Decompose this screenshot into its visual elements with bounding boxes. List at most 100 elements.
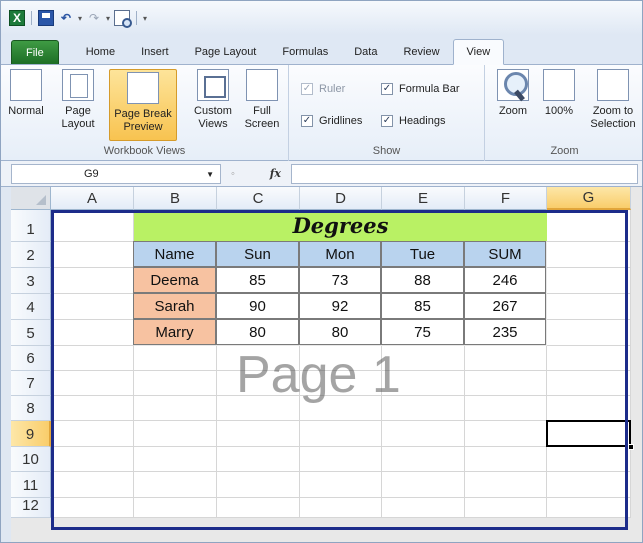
cell-g4[interactable] <box>547 294 631 320</box>
cell-a2[interactable] <box>51 242 134 268</box>
cell-b6[interactable] <box>134 346 217 371</box>
cell-b10[interactable] <box>134 447 217 472</box>
cell-e11[interactable] <box>382 472 465 498</box>
cell-f12[interactable] <box>465 498 547 518</box>
cell-c9[interactable] <box>217 421 300 447</box>
column-header-f[interactable]: F <box>465 187 547 210</box>
gridlines-checkbox[interactable]: ✓ Gridlines <box>301 115 362 127</box>
cell-f9[interactable] <box>465 421 547 447</box>
row-header-10[interactable]: 10 <box>11 447 51 472</box>
value-cell[interactable]: 235 <box>464 319 546 345</box>
formula-bar-handle-icon[interactable]: ◦ <box>231 168 235 180</box>
cell-g1[interactable] <box>547 210 631 242</box>
cell-c11[interactable] <box>217 472 300 498</box>
cell-a6[interactable] <box>51 346 134 371</box>
active-cell-selection[interactable] <box>546 420 631 447</box>
cell-a10[interactable] <box>51 447 134 472</box>
undo-dropdown-icon[interactable]: ▾ <box>78 14 82 23</box>
cell-g3[interactable] <box>547 268 631 294</box>
formula-bar-checkbox[interactable]: ✓ Formula Bar <box>381 83 460 95</box>
value-cell[interactable]: 73 <box>299 267 381 293</box>
ruler-checkbox[interactable]: ✓ Ruler <box>301 83 345 95</box>
header-cell-name[interactable]: Name <box>133 241 216 267</box>
column-header-b[interactable]: B <box>134 187 217 210</box>
cell-e6[interactable] <box>382 346 465 371</box>
cell-g6[interactable] <box>547 346 631 371</box>
cell-c6[interactable] <box>217 346 300 371</box>
header-cell-tue[interactable]: Tue <box>381 241 464 267</box>
value-cell[interactable]: 90 <box>216 293 299 319</box>
name-box[interactable]: G9 ▼ <box>11 163 221 184</box>
tab-formulas[interactable]: Formulas <box>269 40 341 64</box>
full-screen-button[interactable]: Full Screen <box>241 69 283 131</box>
value-cell[interactable]: 85 <box>216 267 299 293</box>
cell-f7[interactable] <box>465 371 547 396</box>
column-header-g[interactable]: G <box>547 187 631 210</box>
row-header-3[interactable]: 3 <box>11 268 51 294</box>
insert-function-icon[interactable]: fx <box>270 167 281 180</box>
cell-f8[interactable] <box>465 396 547 421</box>
cell-g7[interactable] <box>547 371 631 396</box>
page-layout-view-button[interactable]: Page Layout <box>57 69 99 131</box>
cell-d12[interactable] <box>300 498 382 518</box>
formula-input[interactable] <box>291 163 638 184</box>
name-cell[interactable]: Sarah <box>133 293 216 319</box>
cell-g11[interactable] <box>547 472 631 498</box>
headings-checkbox[interactable]: ✓ Headings <box>381 115 445 127</box>
cell-g2[interactable] <box>547 242 631 268</box>
excel-logo-icon[interactable]: X <box>9 10 25 26</box>
column-header-d[interactable]: D <box>300 187 382 210</box>
cell-f11[interactable] <box>465 472 547 498</box>
custom-views-button[interactable]: Custom Views <box>191 69 235 131</box>
undo-icon[interactable]: ↶ <box>58 10 74 26</box>
cell-d7[interactable] <box>300 371 382 396</box>
name-box-dropdown-icon[interactable]: ▼ <box>206 170 214 179</box>
page-break-preview-button[interactable]: Page Break Preview <box>109 69 177 141</box>
cell-b12[interactable] <box>134 498 217 518</box>
header-cell-mon[interactable]: Mon <box>299 241 381 267</box>
redo-icon[interactable]: ↷ <box>86 10 102 26</box>
tab-home[interactable]: Home <box>73 40 128 64</box>
fill-handle[interactable] <box>628 444 634 450</box>
cell-f6[interactable] <box>465 346 547 371</box>
row-header-6[interactable]: 6 <box>11 346 51 371</box>
select-all-corner[interactable] <box>11 187 51 210</box>
cell-d10[interactable] <box>300 447 382 472</box>
cell-a9[interactable] <box>51 421 134 447</box>
value-cell[interactable]: 75 <box>381 319 464 345</box>
tab-page-layout[interactable]: Page Layout <box>182 40 270 64</box>
row-header-11[interactable]: 11 <box>11 472 51 498</box>
cell-c7[interactable] <box>217 371 300 396</box>
customize-toolbar-icon[interactable]: ▾ <box>143 14 147 23</box>
tab-file[interactable]: File <box>11 40 59 64</box>
column-header-e[interactable]: E <box>382 187 465 210</box>
cell-e12[interactable] <box>382 498 465 518</box>
cell-d9[interactable] <box>300 421 382 447</box>
cell-d8[interactable] <box>300 396 382 421</box>
value-cell[interactable]: 80 <box>216 319 299 345</box>
cell-b9[interactable] <box>134 421 217 447</box>
redo-dropdown-icon[interactable]: ▾ <box>106 14 110 23</box>
zoom-button[interactable]: Zoom <box>493 69 533 118</box>
row-header-8[interactable]: 8 <box>11 396 51 421</box>
value-cell[interactable]: 80 <box>299 319 381 345</box>
name-cell[interactable]: Deema <box>133 267 216 293</box>
row-header-5[interactable]: 5 <box>11 320 51 346</box>
value-cell[interactable]: 246 <box>464 267 546 293</box>
tab-data[interactable]: Data <box>341 40 390 64</box>
cell-a5[interactable] <box>51 320 134 346</box>
cell-f10[interactable] <box>465 447 547 472</box>
row-header-1[interactable]: 1 <box>11 210 51 242</box>
zoom-to-selection-button[interactable]: Zoom to Selection <box>585 69 641 131</box>
value-cell[interactable]: 85 <box>381 293 464 319</box>
value-cell[interactable]: 88 <box>381 267 464 293</box>
cell-b11[interactable] <box>134 472 217 498</box>
column-header-a[interactable]: A <box>51 187 134 210</box>
name-cell[interactable]: Marry <box>133 319 216 345</box>
row-header-9[interactable]: 9 <box>11 421 51 447</box>
cell-d6[interactable] <box>300 346 382 371</box>
tab-insert[interactable]: Insert <box>128 40 182 64</box>
cell-a1[interactable] <box>51 210 134 242</box>
header-cell-sum[interactable]: SUM <box>464 241 546 267</box>
header-cell-sun[interactable]: Sun <box>216 241 299 267</box>
